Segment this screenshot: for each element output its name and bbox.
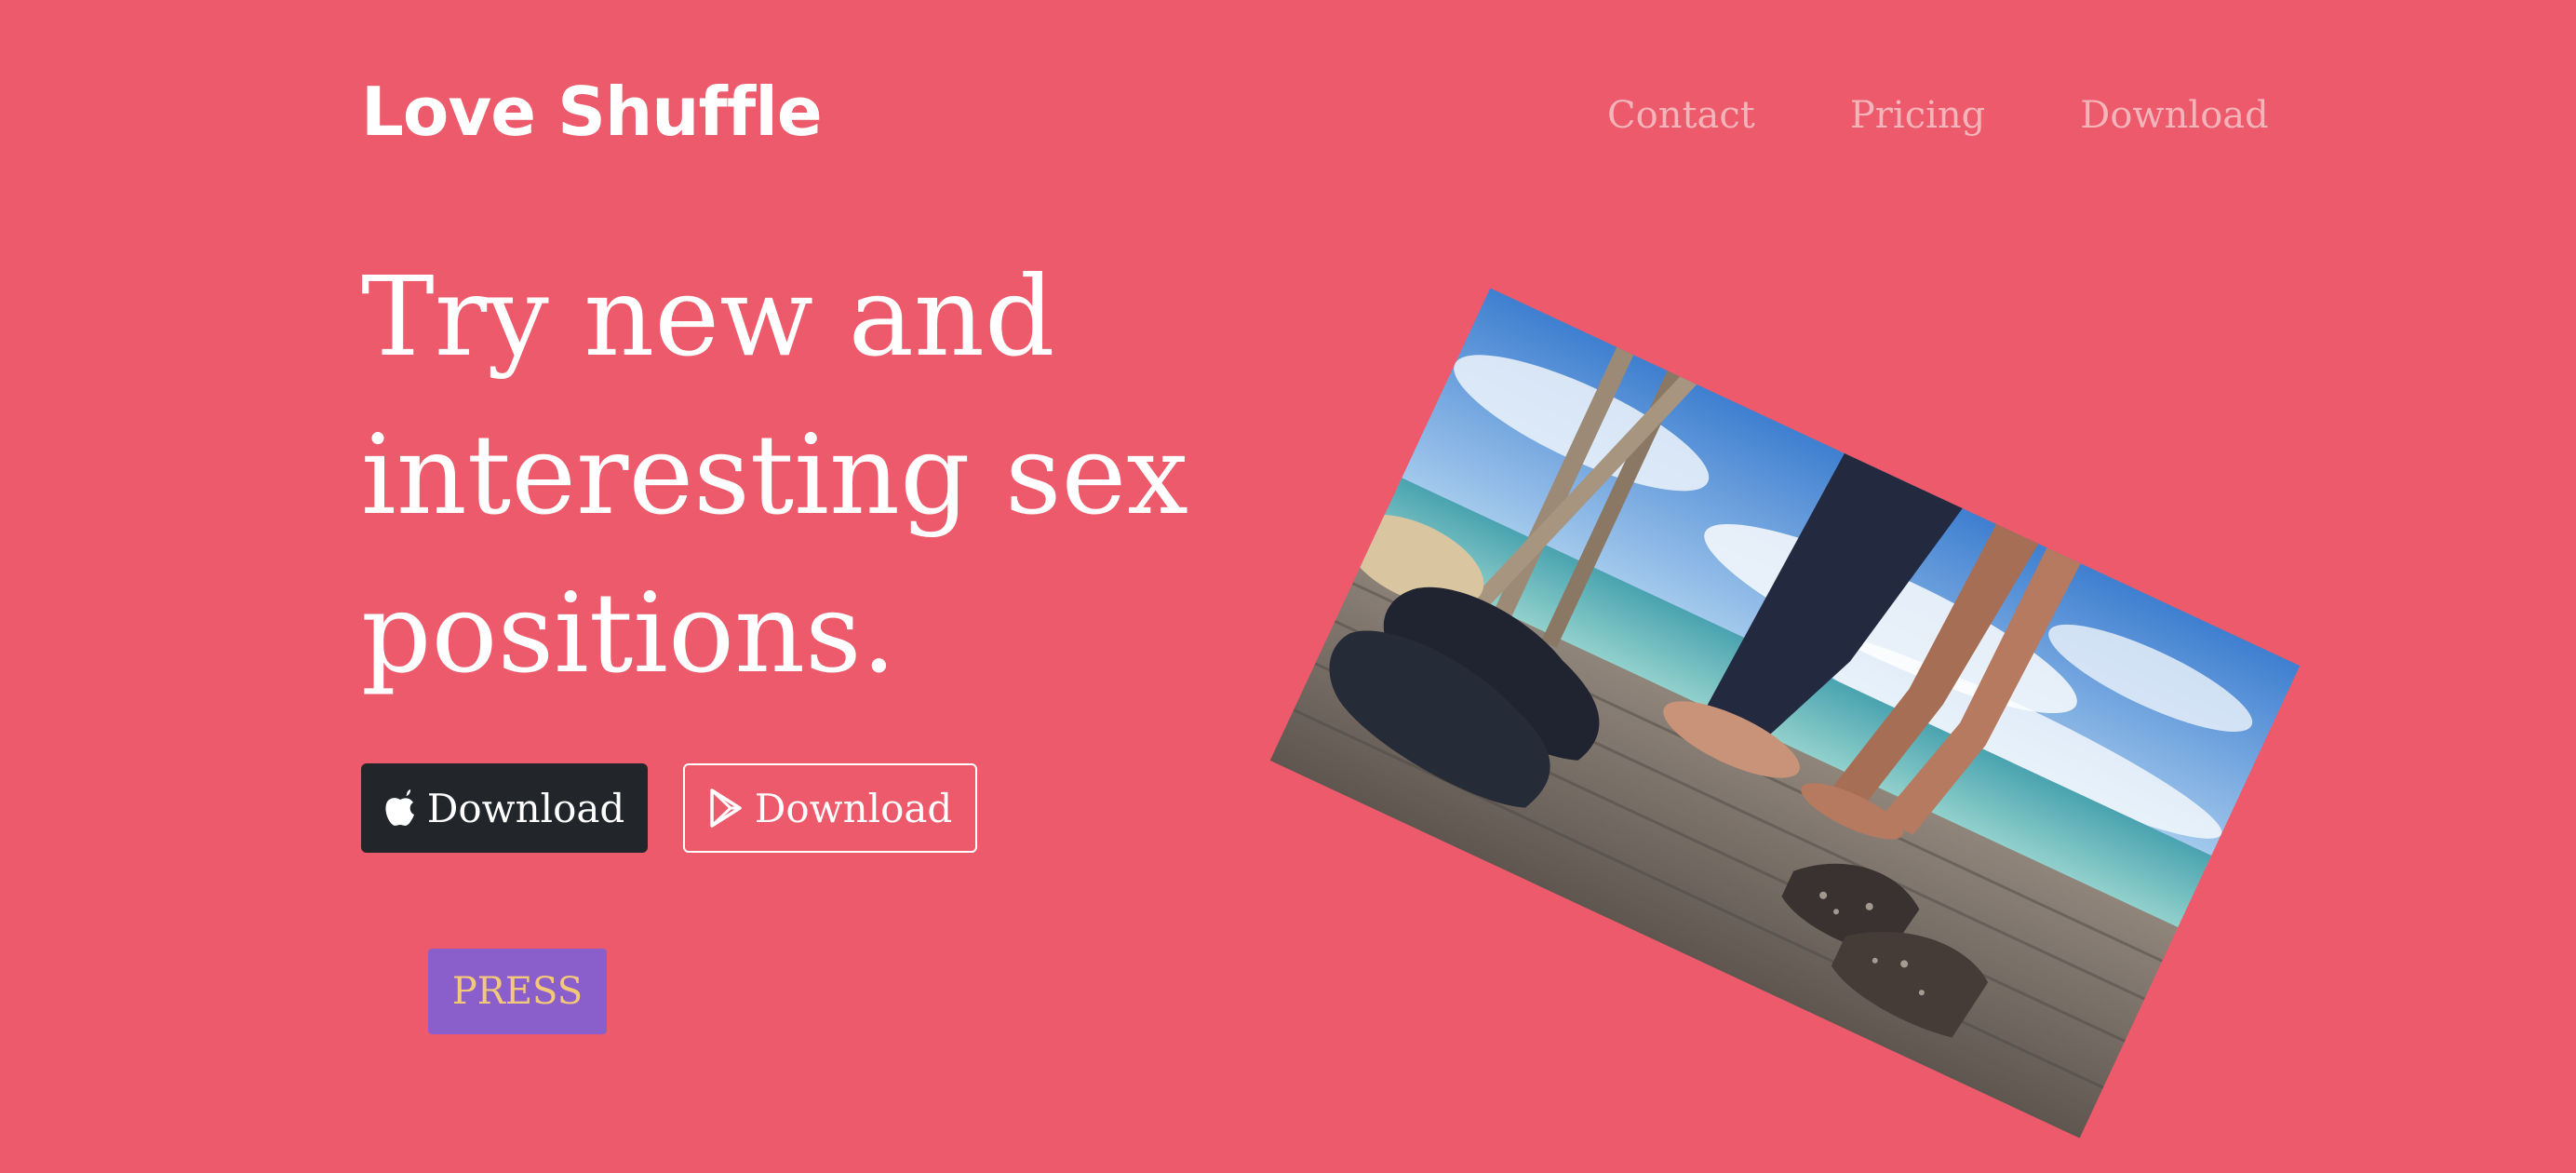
- app-store-download-label: Download: [426, 785, 625, 831]
- nav-download-link[interactable]: Download: [2080, 97, 2268, 134]
- google-play-download-label: Download: [754, 785, 953, 831]
- app-store-download-button[interactable]: Download: [361, 763, 648, 853]
- hero-headline: Try new and interesting sex positions.: [361, 252, 1188, 697]
- press-button[interactable]: PRESS: [428, 949, 607, 1034]
- top-nav: Contact Pricing Download: [1607, 97, 2269, 134]
- hero-couple-photo: [1269, 288, 2301, 1139]
- nav-contact-link[interactable]: Contact: [1607, 97, 1755, 134]
- google-play-download-button[interactable]: Download: [683, 763, 977, 853]
- google-play-icon: [708, 789, 744, 828]
- nav-pricing-link[interactable]: Pricing: [1850, 97, 1985, 134]
- apple-icon: [384, 789, 416, 827]
- brand-logo[interactable]: Love Shuffle: [361, 78, 823, 145]
